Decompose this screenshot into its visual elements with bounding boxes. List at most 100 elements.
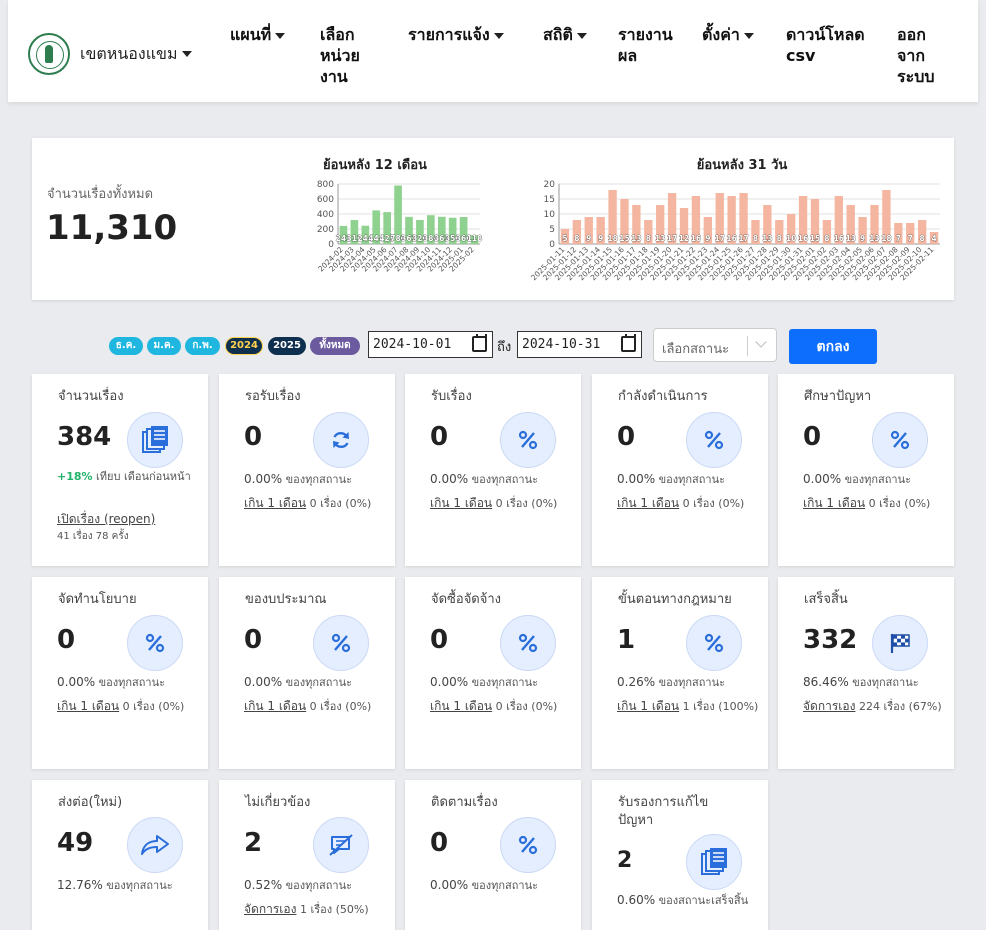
calendar-icon[interactable] xyxy=(472,334,487,352)
data-label: 8 xyxy=(824,234,829,243)
pill-all[interactable]: ทั้งหมด xyxy=(310,337,360,355)
pill-january[interactable]: ม.ค. xyxy=(147,337,181,355)
overdue-link[interactable]: เกิน 1 เดือน xyxy=(803,496,865,510)
overdue-link[interactable]: เกิน 1 เดือน xyxy=(244,496,306,510)
percent-value: 0.00% xyxy=(803,472,842,486)
card-procurement[interactable]: จัดซื้อจัดจ้าง 0 0.00% ของทุกสถานะ เกิน … xyxy=(405,577,581,769)
nav-select-unit[interactable]: เลือกหน่วยงาน xyxy=(320,24,384,87)
overdue-link[interactable]: เกิน 1 เดือน xyxy=(617,699,679,713)
nav-results-report-label: รายงานผล xyxy=(618,25,673,65)
nav-results-report[interactable]: รายงานผล xyxy=(618,24,690,66)
submit-button[interactable]: ตกลง xyxy=(789,329,877,364)
percent-text: ของทุกสถานะ xyxy=(285,676,353,689)
overdue-text: 0 เรื่อง (0%) xyxy=(122,700,185,713)
card-in-progress[interactable]: กำลังดำเนินการ 0 0.00% ของทุกสถานะ เกิน … xyxy=(592,374,768,566)
percent-text: ของทุกสถานะ xyxy=(471,473,539,486)
pill-year-2024[interactable]: 2024 xyxy=(225,337,263,355)
data-label: 8 xyxy=(646,234,651,243)
nav-map[interactable]: แผนที่ xyxy=(230,24,286,45)
data-label: 18 xyxy=(881,234,891,243)
percent-text: ของทุกสถานะ xyxy=(844,473,912,486)
data-label: 16 xyxy=(726,234,736,243)
pill-december[interactable]: ธ.ค. xyxy=(109,337,143,355)
card-forwarded[interactable]: ส่งต่อ(ใหม่) 49 12.76% ของทุกสถานะ xyxy=(32,780,208,930)
card-total-reports[interactable]: จำนวนเรื่อง 384 +18% เทียบ เดือนก่อนหน้า… xyxy=(32,374,208,566)
card-percent: 0.00% ของทุกสถานะ xyxy=(430,877,575,894)
card-value: 0 xyxy=(430,828,449,858)
date-from-input[interactable]: 2024-10-01 xyxy=(368,331,493,358)
card-follow-up[interactable]: ติดตามเรื่อง 0 0.00% ของทุกสถานะ xyxy=(405,780,581,930)
documents-icon xyxy=(686,834,742,890)
card-received[interactable]: รับเรื่อง 0 0.00% ของทุกสถานะ เกิน 1 เดื… xyxy=(405,374,581,566)
pill-all-label: ทั้งหมด xyxy=(319,340,351,351)
self-managed-link[interactable]: จัดการเอง xyxy=(803,699,855,713)
pill-january-label: ม.ค. xyxy=(153,340,175,351)
card-value: 2 xyxy=(617,848,633,873)
overdue-link[interactable]: เกิน 1 เดือน xyxy=(244,699,306,713)
self-managed-link[interactable]: จัดการเอง xyxy=(244,902,296,916)
district-brand[interactable]: เขตหนองแขม xyxy=(28,33,192,75)
pill-february[interactable]: ก.พ. xyxy=(185,337,220,355)
nav-download-csv[interactable]: ดาวน์โหลด csv xyxy=(786,24,886,66)
card-title: จัดซื้อจัดจ้าง xyxy=(431,592,502,607)
pill-december-label: ธ.ค. xyxy=(115,340,137,351)
card-percent: 0.00% ของทุกสถานะ xyxy=(803,471,948,488)
card-budget[interactable]: ของบประมาณ 0 0.00% ของทุกสถานะ เกิน 1 เด… xyxy=(219,577,395,769)
card-percent: 0.52% ของทุกสถานะ xyxy=(244,877,389,894)
change-percent: +18% xyxy=(57,470,93,483)
date-to-input[interactable]: 2024-10-31 xyxy=(517,331,642,358)
percent-icon xyxy=(313,615,369,671)
card-policy[interactable]: จัดทำนโยบาย 0 0.00% ของทุกสถานะ เกิน 1 เ… xyxy=(32,577,208,769)
status-select[interactable]: เลือกสถานะ xyxy=(653,328,777,362)
card-overdue: เกิน 1 เดือน 0 เรื่อง (0%) xyxy=(430,698,575,715)
card-value: 332 xyxy=(803,625,858,655)
data-label: 5 xyxy=(562,234,567,243)
percent-text: ของทุกสถานะ xyxy=(471,676,539,689)
card-title: จัดทำนโยบาย xyxy=(58,592,137,607)
card-pending[interactable]: รอรับเรื่อง 0 0.00% ของทุกสถานะ เกิน 1 เ… xyxy=(219,374,395,566)
card-title: รับเรื่อง xyxy=(431,389,472,404)
select-separator xyxy=(747,336,748,356)
card-value: 0 xyxy=(244,625,263,655)
reopen-link[interactable]: เปิดเรื่อง (reopen) xyxy=(57,512,155,526)
card-legal[interactable]: ขั้นตอนทางกฎหมาย 1 0.26% ของทุกสถานะ เกิ… xyxy=(592,577,768,769)
nav-logout[interactable]: ออกจากระบบ xyxy=(897,24,945,87)
change-text: เทียบ เดือนก่อนหน้า xyxy=(96,470,191,483)
card-percent: 12.76% ของทุกสถานะ xyxy=(57,877,202,894)
percent-value: 0.00% xyxy=(244,472,283,486)
percent-icon xyxy=(500,615,556,671)
card-value: 49 xyxy=(57,828,94,858)
card-link-row: เปิดเรื่อง (reopen) xyxy=(57,511,202,528)
chart-12-months: 02004006008002412024-023192024-032442024… xyxy=(316,180,482,274)
card-title: รับรองการแก้ไขปัญหา xyxy=(618,795,709,828)
percent-value: 0.52% xyxy=(244,878,283,892)
calendar-icon[interactable] xyxy=(621,334,636,352)
overdue-text: 0 เรื่อง (0%) xyxy=(495,700,558,713)
y-tick-label: 400 xyxy=(317,210,334,220)
card-title: รอรับเรื่อง xyxy=(245,389,301,404)
nav-statistics[interactable]: สถิติ xyxy=(543,24,587,45)
nav-download-csv-label: ดาวน์โหลด csv xyxy=(786,25,865,65)
overdue-link[interactable]: เกิน 1 เดือน xyxy=(617,496,679,510)
card-not-related[interactable]: ไม่เกี่ยวข้อง 2 0.52% ของทุกสถานะ จัดการ… xyxy=(219,780,395,930)
data-label: 18 xyxy=(607,234,617,243)
forward-icon xyxy=(127,817,183,873)
nav-report-list[interactable]: รายการแจ้ง xyxy=(408,24,504,45)
card-resolution-certified[interactable]: รับรองการแก้ไขปัญหา 2 0.60% ของสถานะเสร็… xyxy=(592,780,768,930)
y-tick-label: 15 xyxy=(544,195,555,205)
data-label: 9 xyxy=(705,234,710,243)
nav-settings[interactable]: ตั้งค่า xyxy=(702,24,754,45)
overdue-link[interactable]: เกิน 1 เดือน xyxy=(430,699,492,713)
card-value: 2 xyxy=(244,828,263,858)
data-label: 16 xyxy=(834,234,844,243)
pill-year-2025[interactable]: 2025 xyxy=(268,337,306,355)
percent-icon xyxy=(127,615,183,671)
overdue-text: 0 เรื่อง (0%) xyxy=(495,497,558,510)
card-overdue: เกิน 1 เดือน 0 เรื่อง (0%) xyxy=(244,495,389,512)
card-completed[interactable]: เสร็จสิ้น 332 86.46% ของทุกสถานะ จัดการเ… xyxy=(778,577,954,769)
overdue-link[interactable]: เกิน 1 เดือน xyxy=(430,496,492,510)
card-title: ส่งต่อ(ใหม่) xyxy=(58,795,123,810)
overdue-link[interactable]: เกิน 1 เดือน xyxy=(57,699,119,713)
card-study-problem[interactable]: ศึกษาปัญหา 0 0.00% ของทุกสถานะ เกิน 1 เด… xyxy=(778,374,954,566)
overdue-text: 0 เรื่อง (0%) xyxy=(309,497,372,510)
